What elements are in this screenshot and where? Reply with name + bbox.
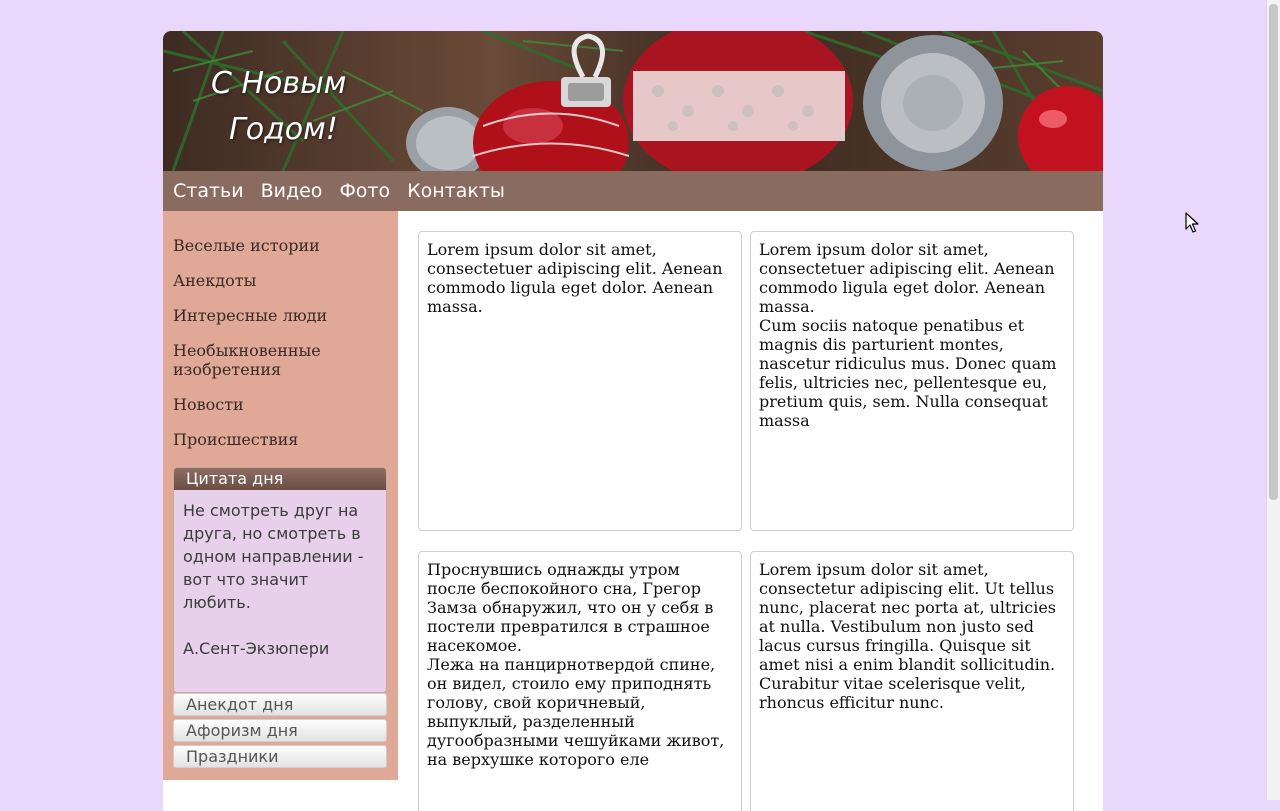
card-4-paragraph-1: Lorem ipsum dolor sit amet, consectetur … xyxy=(759,560,1056,712)
card-2-paragraph-2: Cum sociis natoque penatibus et magnis d… xyxy=(759,316,1057,430)
content-card-2: Lorem ipsum dolor sit amet, consectetuer… xyxy=(750,231,1074,531)
sidebar-link-funny-stories[interactable]: Веселые истории xyxy=(173,236,388,255)
banner-greeting: С Новым Годом! xyxy=(211,61,401,153)
mouse-pointer-icon xyxy=(1185,212,1199,233)
sidebar-link-jokes[interactable]: Анекдоты xyxy=(173,271,388,290)
quote-of-the-day-panel: Цитата дня Не смотреть друг на друга, но… xyxy=(173,467,387,693)
content-card-3: Проснувшись однажды утром после беспокой… xyxy=(418,551,742,811)
sidebar: Веселые истории Анекдоты Интересные люди… xyxy=(163,211,398,780)
content-card-1: Lorem ipsum dolor sit amet, consectetuer… xyxy=(418,231,742,531)
banner-greeting-line2: Годом! xyxy=(229,112,338,147)
card-3-paragraph-2: Лежа на панцирнотвердой спине, он видел,… xyxy=(427,655,725,769)
accordion-holidays[interactable]: Праздники xyxy=(173,745,387,768)
header-banner: С Новым Годом! xyxy=(163,31,1103,171)
card-2-paragraph-1: Lorem ipsum dolor sit amet, consectetuer… xyxy=(759,240,1055,316)
nav-link-articles[interactable]: Статьи xyxy=(173,171,244,211)
nav-link-photo[interactable]: Фото xyxy=(339,171,390,211)
accordion-joke-of-the-day[interactable]: Анекдот дня xyxy=(173,693,387,716)
content-card-4: Lorem ipsum dolor sit amet, consectetur … xyxy=(750,551,1074,811)
quote-panel-header[interactable]: Цитата дня xyxy=(174,468,386,490)
card-3-paragraph-1: Проснувшись однажды утром после беспокой… xyxy=(427,560,714,655)
scrollbar-thumb[interactable] xyxy=(1269,4,1278,500)
banner-greeting-line1: С Новым xyxy=(211,66,347,101)
accordion-aphorism-of-the-day[interactable]: Афоризм дня xyxy=(173,719,387,742)
card-1-paragraph-1: Lorem ipsum dolor sit amet, consectetuer… xyxy=(427,240,723,316)
nav-link-video[interactable]: Видео xyxy=(261,171,323,211)
page-container: С Новым Годом! Статьи Видео Фото Контакты В… xyxy=(163,31,1103,811)
sidebar-link-news[interactable]: Новости xyxy=(173,395,388,414)
sidebar-link-incidents[interactable]: Происшествия xyxy=(173,430,388,449)
top-navigation: Статьи Видео Фото Контакты xyxy=(163,171,1103,211)
nav-link-contacts[interactable]: Контакты xyxy=(407,171,505,211)
page-scrollbar[interactable] xyxy=(1266,0,1280,800)
sidebar-link-inventions[interactable]: Необыкновенные изобретения xyxy=(173,341,388,379)
quote-author: А.Сент-Экзюпери xyxy=(183,639,330,658)
sidebar-link-interesting-people[interactable]: Интересные люди xyxy=(173,306,388,325)
quote-text: Не смотреть друг на друга, но смотреть в… xyxy=(183,501,364,612)
